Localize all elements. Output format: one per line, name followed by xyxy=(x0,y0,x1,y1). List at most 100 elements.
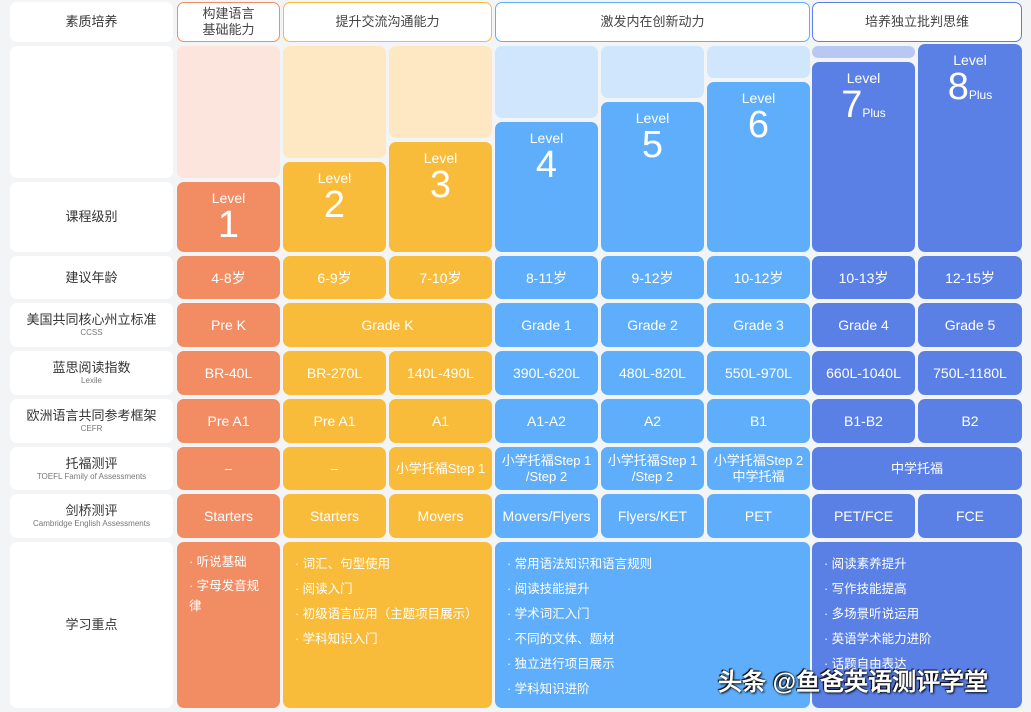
level-placeholder xyxy=(601,46,704,98)
header-label-text: 素质培养 xyxy=(65,14,118,29)
row-label: 欧洲语言共同参考框架 CEFR xyxy=(10,399,173,443)
cell-text: 中学托福 xyxy=(890,460,943,476)
table-cell: Pre K xyxy=(177,303,280,347)
focus-item: 阅读素养提升 xyxy=(824,552,907,577)
level-badge-8: Level 8Plus xyxy=(918,44,1022,252)
level-badge-2: Level 2 xyxy=(283,162,386,252)
table-cell: Starters xyxy=(177,494,280,538)
level-badge-4: Level 4 xyxy=(495,122,598,252)
cell-text: 660L-1040L xyxy=(826,365,901,381)
row-label: 剑桥测评 Cambridge English Assessments xyxy=(10,494,173,538)
table-cell: Pre A1 xyxy=(177,399,280,443)
cell-text: B2 xyxy=(961,413,979,429)
focus-item: 不同的文体、题材 xyxy=(507,627,615,652)
table-cell: 10-13岁 xyxy=(812,256,915,299)
header-label: 素质培养 xyxy=(10,2,173,42)
level-placeholder xyxy=(707,46,810,78)
cell-text: BR-270L xyxy=(306,365,363,381)
level-number: 1 xyxy=(217,204,240,246)
table-cell: B2 xyxy=(918,399,1022,443)
cell-text: Grade K xyxy=(361,317,414,333)
row-label-sub: CCSS xyxy=(80,328,103,337)
level-suffix: Plus xyxy=(968,88,993,102)
cell-text: 7-10岁 xyxy=(419,269,462,286)
row-label: 建议年龄 xyxy=(10,256,173,299)
header-group-text: 提升交流沟通能力 xyxy=(335,14,440,29)
cell-text: 小学托福Step 1 xyxy=(395,460,486,476)
table-cell: Grade 2 xyxy=(601,303,704,347)
table-cell: Flyers/KET xyxy=(601,494,704,538)
row-label-sub: Cambridge English Assessments xyxy=(33,519,150,528)
cell-text: Flyers/KET xyxy=(617,508,688,524)
focus-item: 词汇、句型使用 xyxy=(295,552,391,577)
level-number: 3 xyxy=(429,164,452,206)
cell-text: Movers xyxy=(417,508,464,524)
level-suffix: Plus xyxy=(862,106,886,120)
cell-text: B1-B2 xyxy=(844,413,883,429)
watermark: 头条 @鱼爸英语测评学堂 xyxy=(718,669,989,696)
cell-text: PET/FCE xyxy=(833,508,894,524)
cell-text: 550L-970L xyxy=(725,365,792,381)
row-label-text: 欧洲语言共同参考框架 xyxy=(26,408,157,423)
header-group-text: 构建语言基础能力 xyxy=(202,6,255,37)
cell-text: Movers/Flyers xyxy=(502,508,591,524)
level-badge-6: Level 6 xyxy=(707,82,810,252)
cell-text: A1 xyxy=(431,413,450,429)
focus-item: 多场景听说运用 xyxy=(824,602,920,627)
table-cell: B1-B2 xyxy=(812,399,915,443)
focus-item: 学术词汇入门 xyxy=(507,602,590,627)
table-cell: 550L-970L xyxy=(707,351,810,395)
table-cell: A1 xyxy=(389,399,492,443)
cell-text: 10-12岁 xyxy=(733,269,784,286)
cell-text: 140L-490L xyxy=(407,365,474,381)
row-label-text: 蓝思阅读指数 xyxy=(52,360,131,375)
level-placeholder xyxy=(495,46,598,118)
focus-item: 学科知识进阶 xyxy=(507,677,590,702)
cell-text: Starters xyxy=(309,508,359,524)
table-cell: 140L-490L xyxy=(389,351,492,395)
cell-text: Pre A1 xyxy=(313,413,356,429)
table-cell: Grade 1 xyxy=(495,303,598,347)
table-cell: BR-270L xyxy=(283,351,386,395)
table-cell: 小学托福Step 2 中学托福 xyxy=(707,447,810,490)
cell-text: Grade 1 xyxy=(521,317,572,333)
cell-text: 480L-820L xyxy=(619,365,686,381)
table-cell: Pre A1 xyxy=(283,399,386,443)
level-number: 4 xyxy=(535,144,558,186)
focus-item: 英语学术能力进阶 xyxy=(824,627,932,652)
table-cell: 12-15岁 xyxy=(918,256,1022,299)
header-group-text: 激发内在创新动力 xyxy=(600,14,705,29)
level-placeholder xyxy=(283,46,386,158)
level-label: 课程级别 xyxy=(10,182,173,252)
row-label: 美国共同核心州立标准 CCSS xyxy=(10,303,173,347)
table-cell: 9-12岁 xyxy=(601,256,704,299)
table-cell: 7-10岁 xyxy=(389,256,492,299)
cell-text: Grade 3 xyxy=(733,317,784,333)
table-cell: PET/FCE xyxy=(812,494,915,538)
table-cell: 4-8岁 xyxy=(177,256,280,299)
table-cell: 750L-1180L xyxy=(918,351,1022,395)
cell-text: – xyxy=(330,460,339,476)
focus-item: 听说基础 xyxy=(189,552,247,572)
table-cell: 480L-820L xyxy=(601,351,704,395)
cell-text: 10-13岁 xyxy=(838,269,889,286)
table-cell: Grade 4 xyxy=(812,303,915,347)
table-cell: 小学托福Step 1 /Step 2 xyxy=(601,447,704,490)
focus-label: 学习重点 xyxy=(10,542,173,708)
cell-text: Starters xyxy=(203,508,253,524)
cell-text: Grade 5 xyxy=(944,317,996,333)
cell-text: Pre K xyxy=(210,317,246,333)
level-number: 8Plus xyxy=(947,66,993,108)
table-cell: 390L-620L xyxy=(495,351,598,395)
cell-text: PET xyxy=(744,508,773,524)
level-badge-3: Level 3 xyxy=(389,142,492,252)
focus-label-text: 学习重点 xyxy=(65,617,118,632)
cell-text: 6-9岁 xyxy=(317,269,352,286)
cell-text: Pre A1 xyxy=(207,413,250,429)
focus-item: 学科知识入门 xyxy=(295,627,378,652)
cell-text: A2 xyxy=(643,413,662,429)
focus-item: 字母发音规律 xyxy=(189,576,268,616)
cell-text: Grade 2 xyxy=(627,317,678,333)
table-cell: 10-12岁 xyxy=(707,256,810,299)
focus-cell: 词汇、句型使用阅读入门初级语言应用（主题项目展示）学科知识入门 xyxy=(283,542,492,708)
